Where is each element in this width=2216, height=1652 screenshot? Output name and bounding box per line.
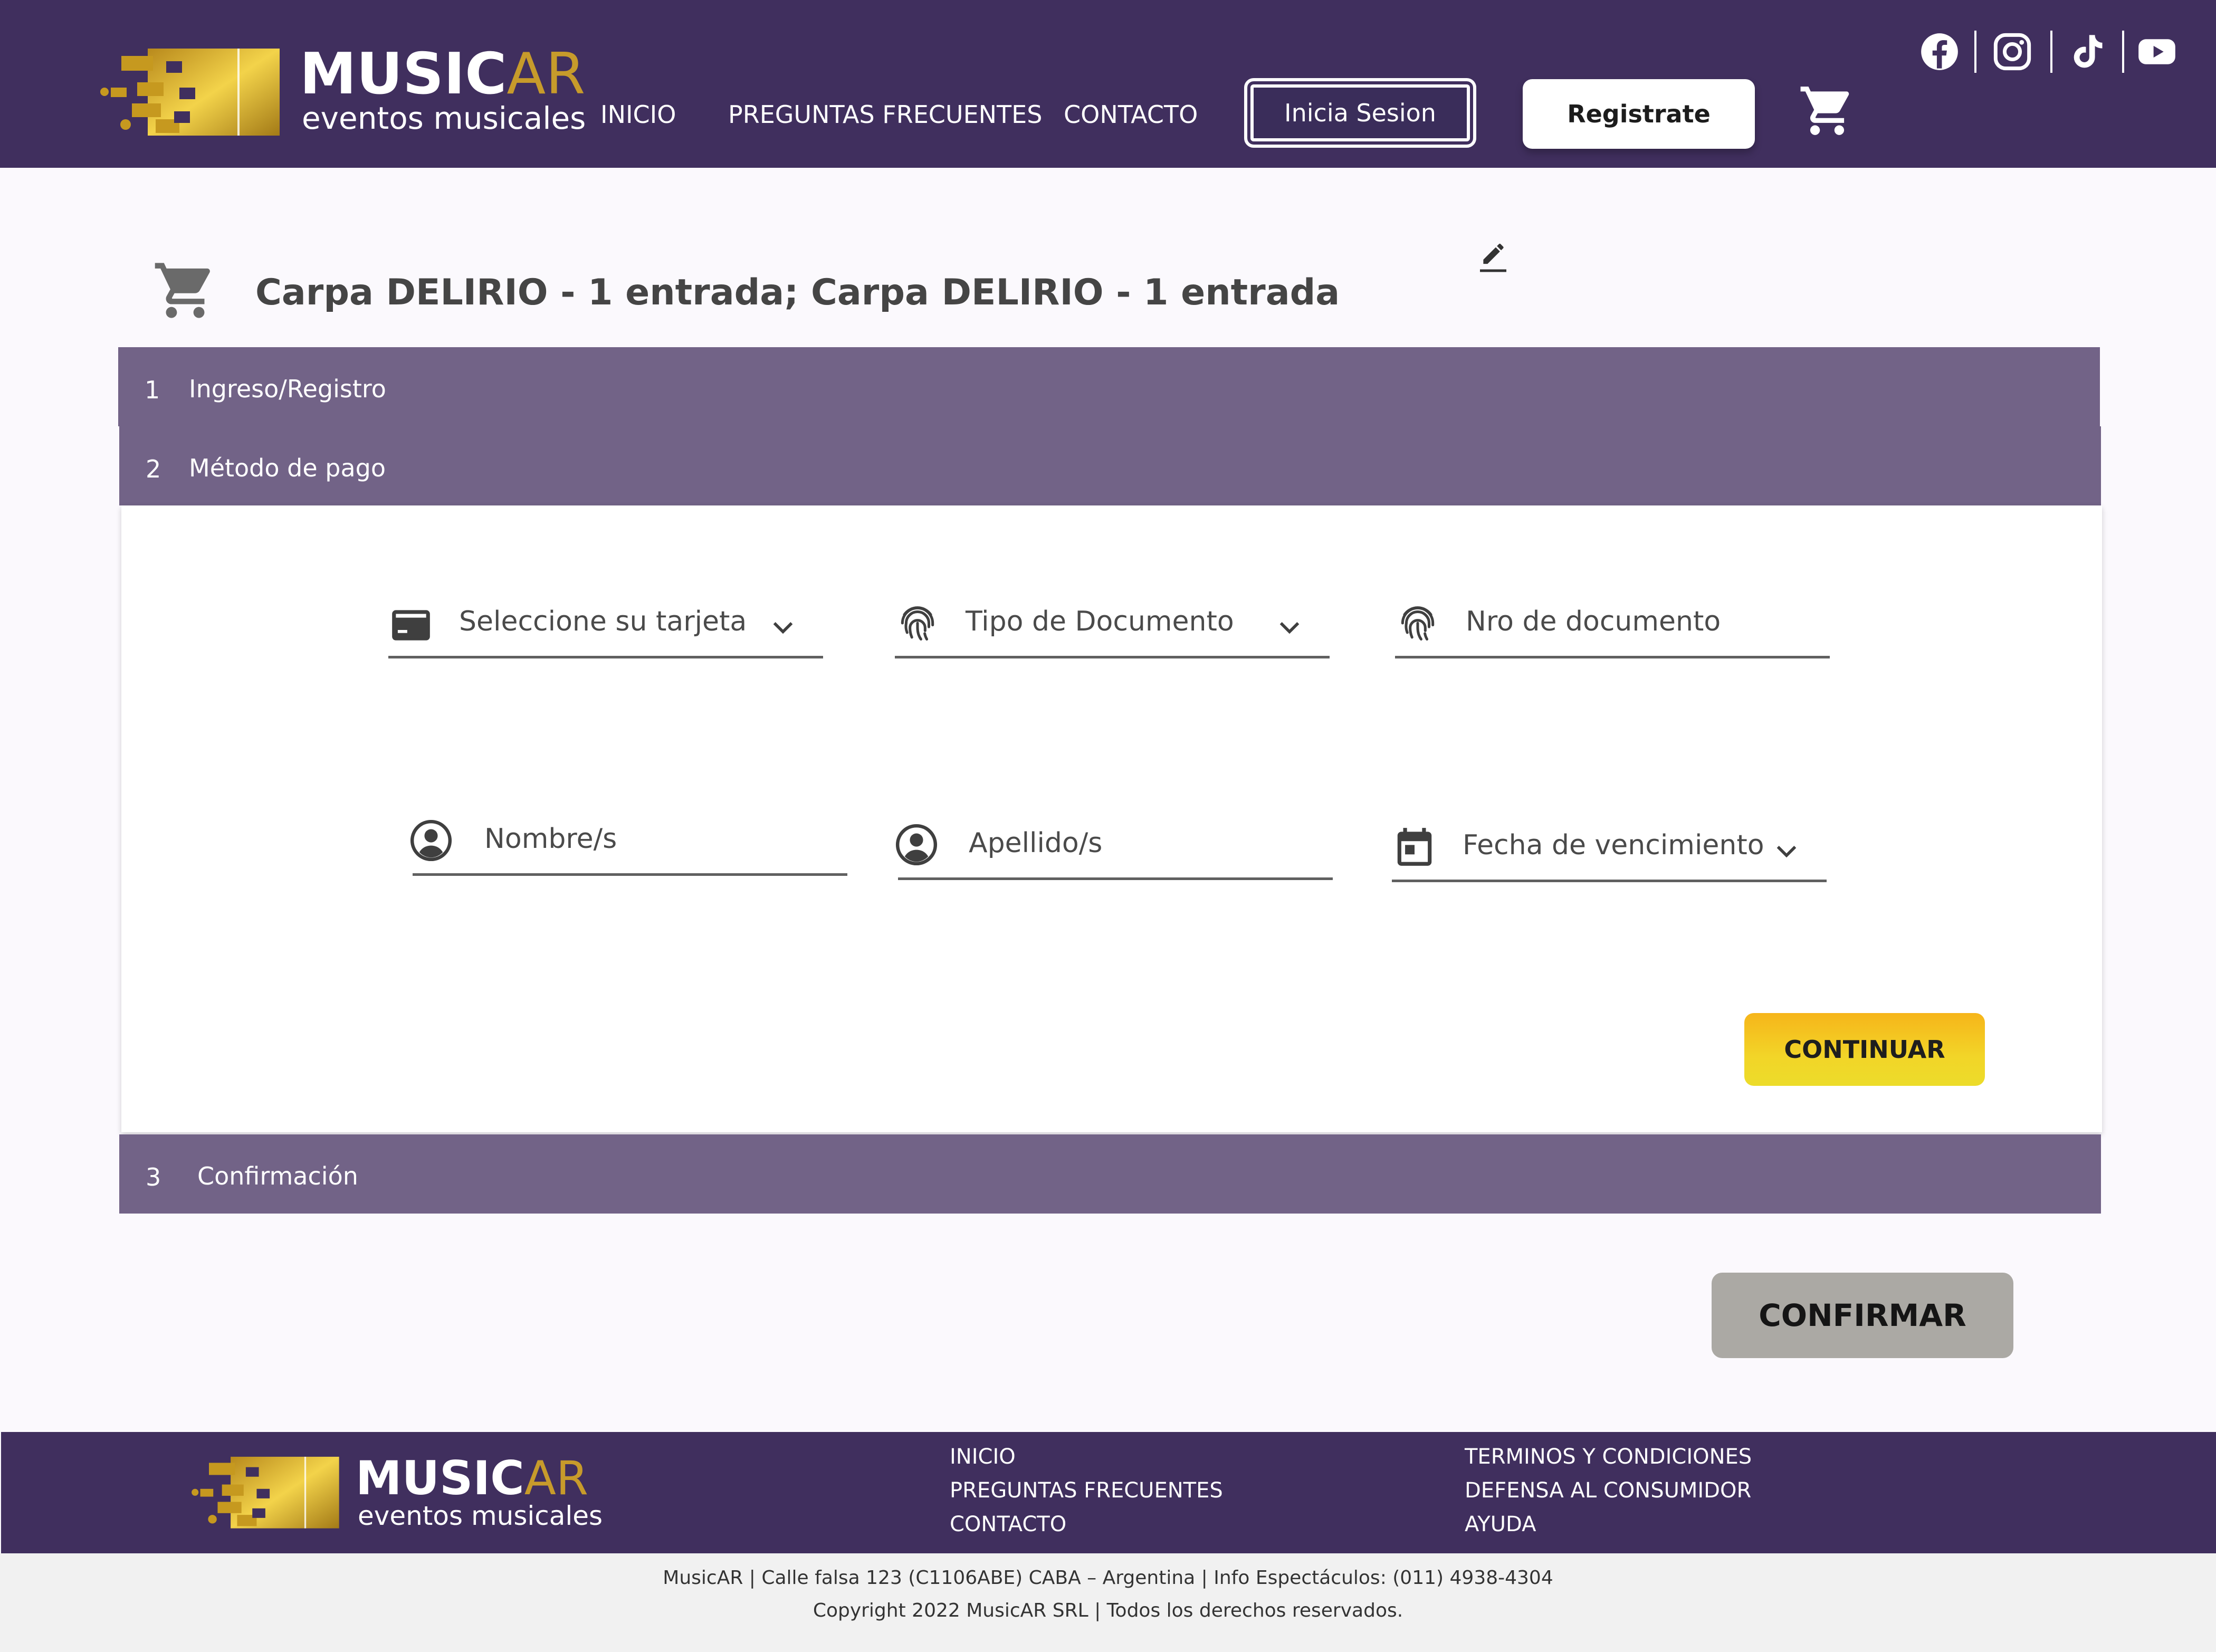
document-number-placeholder: Nro de documento xyxy=(1466,606,1721,637)
chevron-down-icon xyxy=(1776,846,1797,858)
social-separator xyxy=(1974,31,1976,73)
nav-inicio[interactable]: INICIO xyxy=(600,100,676,129)
social-separator xyxy=(2122,31,2124,73)
document-type-value: Tipo de Documento xyxy=(966,606,1234,637)
footer-link-ayuda[interactable]: AYUDA xyxy=(1465,1512,1536,1536)
facebook-icon[interactable] xyxy=(1919,32,1960,72)
step-label: Ingreso/Registro xyxy=(189,375,386,403)
social-separator xyxy=(2050,31,2052,73)
ticket-logo-icon xyxy=(100,49,280,136)
chevron-down-icon xyxy=(1279,622,1300,634)
nav-preguntas-frecuentes[interactable]: PREGUNTAS FRECUENTES xyxy=(728,100,1042,129)
footer-copyright: Copyright 2022 MusicAR SRL | Todos los d… xyxy=(813,1600,1403,1621)
first-name-field[interactable]: Nombre/s xyxy=(410,818,847,876)
step-confirmacion[interactable]: 3 Confirmación xyxy=(119,1134,2101,1214)
credit-card-icon xyxy=(392,610,430,641)
footer-link-inicio[interactable]: INICIO xyxy=(950,1445,1016,1469)
chevron-down-icon xyxy=(773,622,793,634)
step-label: Método de pago xyxy=(189,454,386,482)
step-number: 3 xyxy=(146,1163,161,1191)
step-label: Confirmación xyxy=(197,1162,358,1190)
step-number: 2 xyxy=(146,455,161,483)
tiktok-icon[interactable] xyxy=(2067,32,2107,72)
footer-brand-wordmark: MUSICAR xyxy=(356,1451,589,1505)
edit-pencil-icon[interactable] xyxy=(1477,242,1509,273)
footer-link-defensa[interactable]: DEFENSA AL CONSUMIDOR xyxy=(1465,1478,1751,1503)
footer-brand-logo[interactable]: MUSICAR eventos musicales xyxy=(191,1451,603,1535)
cart-summary-icon xyxy=(155,263,210,318)
first-name-placeholder: Nombre/s xyxy=(484,823,617,855)
fingerprint-icon xyxy=(1401,606,1435,641)
last-name-field[interactable]: Apellido/s xyxy=(895,822,1333,880)
footer-brand-tagline: eventos musicales xyxy=(358,1501,603,1531)
calendar-icon xyxy=(1397,828,1432,866)
footer-legal-bar: MusicAR | Calle falsa 123 (C1106ABE) CAB… xyxy=(0,1553,2216,1652)
step-number: 1 xyxy=(145,376,160,404)
footer-link-preguntas[interactable]: PREGUNTAS FRECUENTES xyxy=(950,1478,1223,1503)
instagram-icon[interactable] xyxy=(1992,32,2032,72)
confirm-button[interactable]: CONFIRMAR xyxy=(1712,1273,2013,1358)
ticket-logo-icon xyxy=(192,1456,339,1529)
brand-logo[interactable]: MUSICAR eventos musicales xyxy=(100,41,586,141)
continue-button[interactable]: CONTINUAR xyxy=(1744,1013,1985,1086)
card-select[interactable]: Seleccione su tarjeta xyxy=(388,600,823,658)
expiry-date-select[interactable]: Fecha de vencimiento xyxy=(1392,824,1827,882)
site-footer: MUSICAR eventos musicales INICIO PREGUNT… xyxy=(1,1432,2216,1553)
order-title: Carpa DELIRIO - 1 entrada; Carpa DELIRIO… xyxy=(255,272,1340,313)
cart-icon[interactable] xyxy=(1798,82,1856,140)
brand-wordmark: MUSICAR xyxy=(300,41,586,107)
account-circle-icon xyxy=(895,824,938,866)
card-select-value: Seleccione su tarjeta xyxy=(459,606,747,637)
account-circle-icon xyxy=(410,819,452,862)
last-name-placeholder: Apellido/s xyxy=(969,827,1103,859)
site-header: MUSICAR eventos musicales INICIO PREGUNT… xyxy=(0,0,2216,168)
youtube-icon[interactable] xyxy=(2137,32,2177,72)
footer-address: MusicAR | Calle falsa 123 (C1106ABE) CAB… xyxy=(663,1567,1553,1589)
footer-link-contacto[interactable]: CONTACTO xyxy=(950,1512,1066,1536)
nav-contacto[interactable]: CONTACTO xyxy=(1064,100,1198,129)
document-type-select[interactable]: Tipo de Documento xyxy=(895,600,1330,658)
login-button[interactable]: Inicia Sesion xyxy=(1244,78,1476,148)
step-metodo-de-pago[interactable]: 2 Método de pago xyxy=(119,426,2101,505)
brand-tagline: eventos musicales xyxy=(302,100,586,136)
register-button[interactable]: Registrate xyxy=(1523,79,1755,149)
document-number-field[interactable]: Nro de documento xyxy=(1395,600,1830,658)
step-ingreso-registro[interactable]: 1 Ingreso/Registro xyxy=(118,347,2100,426)
fingerprint-icon xyxy=(901,606,934,641)
expiry-date-value: Fecha de vencimiento xyxy=(1463,829,1764,861)
footer-link-terminos[interactable]: TERMINOS Y CONDICIONES xyxy=(1465,1445,1752,1469)
